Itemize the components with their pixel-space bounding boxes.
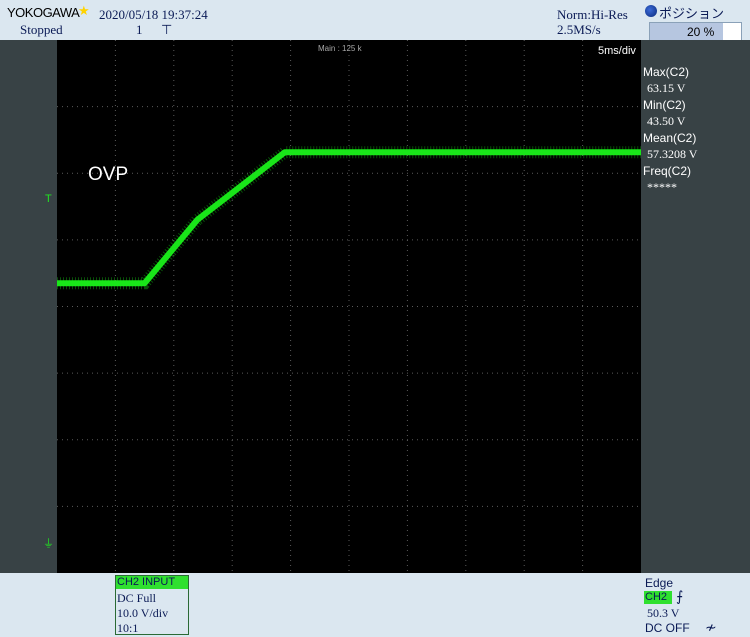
measurement-label: Freq(C2) <box>643 164 692 178</box>
measurement-value: 57.3208 V <box>647 147 698 161</box>
trigger-coupling: DC OFF <box>645 621 690 635</box>
main-record-length: Main : 125 k <box>318 44 362 53</box>
position-label: ポジション <box>659 6 725 21</box>
ovp-annotation: OVP <box>88 164 129 185</box>
waveform-display[interactable] <box>57 40 641 573</box>
brand-logo: YOKOGAWA <box>7 5 80 20</box>
measurement-value: 63.15 V <box>647 81 686 95</box>
measurement-value: ***** <box>647 180 677 194</box>
trigger-level-marker: T <box>45 193 52 205</box>
position-value: 20 % <box>687 25 715 39</box>
trigger-source[interactable]: CH2 <box>644 591 672 604</box>
acquisition-status: Stopped <box>20 22 63 37</box>
waveform-noise-band <box>57 146 641 290</box>
sample-rate: 2.5MS/s <box>557 22 601 37</box>
hf-reject-icon: ≁ <box>705 619 717 635</box>
trigger-mode-icon: ⊤ <box>161 22 173 37</box>
channel-scale: 10.0 V/div <box>117 606 169 620</box>
timebase-label: 5ms/div <box>598 45 636 57</box>
ground-marker-icon: ⏚ <box>43 538 54 550</box>
level-marker-strip: T ⏚ <box>0 40 57 573</box>
trigger-level: 50.3 V <box>647 606 680 620</box>
position-field[interactable]: 20 % <box>649 22 742 42</box>
acquisition-mode: Norm:Hi-Res <box>557 7 628 22</box>
acquisition-count: 1 <box>136 22 143 37</box>
measurement-label: Mean(C2) <box>643 131 697 145</box>
datetime: 2020/05/18 19:37:24 <box>99 7 208 22</box>
channel-title: CH2 INPUT <box>116 576 188 589</box>
waveform-plot <box>57 40 641 573</box>
channel-coupling: DC Full <box>117 591 157 605</box>
rising-edge-icon: ⨍ <box>676 588 684 604</box>
channel-probe: 10:1 <box>117 621 139 635</box>
brand-star-icon: ★ <box>78 3 90 18</box>
measurement-label: Min(C2) <box>643 98 686 112</box>
trigger-type: Edge <box>645 576 674 590</box>
measurement-label: Max(C2) <box>643 65 690 79</box>
waveform-trace <box>57 149 641 287</box>
grid <box>57 40 641 573</box>
position-knob-icon <box>645 5 657 17</box>
measurement-value: 43.50 V <box>647 114 686 128</box>
settings-bar <box>0 573 750 637</box>
